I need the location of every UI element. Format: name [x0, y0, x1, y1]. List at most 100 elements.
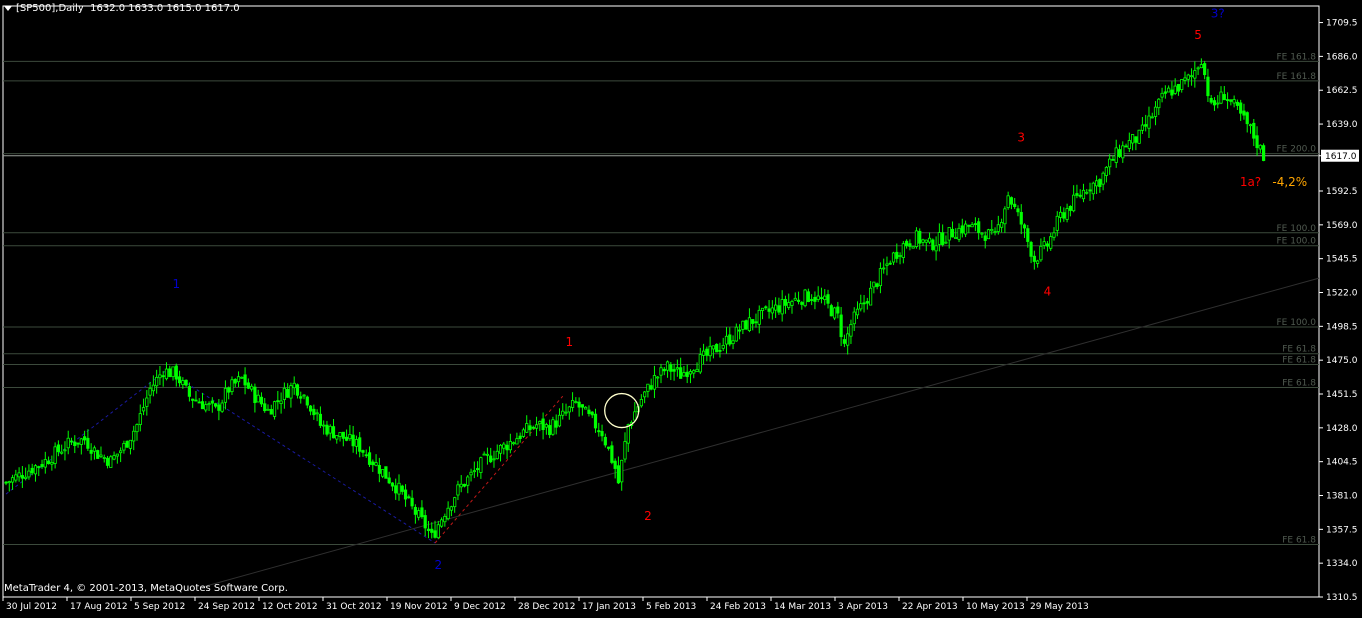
fib-label: FE 61.8	[1282, 379, 1316, 389]
candle-body	[312, 408, 316, 416]
candle-body	[1137, 129, 1141, 144]
candle-body	[135, 424, 139, 433]
candle-body	[128, 439, 133, 449]
y-tick-label: 1545.5	[1326, 255, 1358, 265]
candle-body	[839, 314, 843, 338]
candle-body	[541, 418, 545, 431]
candle-body	[302, 394, 306, 397]
candle-body	[796, 299, 801, 302]
candle-body	[888, 262, 892, 265]
candle-body	[1222, 94, 1226, 101]
candle-body	[99, 454, 103, 458]
x-tick-label: 5 Sep 2012	[134, 602, 185, 612]
candle-body	[168, 368, 172, 378]
candle-body	[400, 485, 404, 492]
candle-body	[570, 400, 575, 408]
candle-body	[358, 437, 362, 452]
candle-body	[734, 326, 738, 342]
y-tick-label: 1357.5	[1326, 525, 1358, 535]
candle-body	[377, 465, 381, 474]
candle-body	[1042, 241, 1046, 246]
candle-body	[574, 401, 578, 403]
candle-body	[1262, 145, 1266, 161]
candle-body	[105, 457, 110, 466]
candle-body	[53, 446, 57, 464]
candle-body	[515, 438, 519, 445]
candle-body	[973, 223, 978, 225]
x-tick-label: 3 Apr 2013	[838, 602, 888, 612]
candle-body	[112, 455, 116, 460]
candle-body	[1232, 99, 1236, 104]
candle-body	[1036, 260, 1040, 264]
candle-body	[1140, 124, 1145, 131]
candle-body	[17, 472, 21, 478]
chart-canvas[interactable]: FE 161.8 FE 161.8 FE 200.0 FE 100.0 FE 100.0…	[0, 0, 1362, 614]
candle-body	[577, 401, 581, 408]
candle-body	[836, 306, 840, 314]
candle-body	[957, 227, 961, 240]
price-chart[interactable]: FE 161.8 FE 161.8 FE 200.0 FE 100.0 FE 100.0…	[0, 0, 1362, 614]
candle-body	[846, 333, 850, 346]
y-tick-label: 1569.0	[1326, 221, 1358, 231]
candle-body	[626, 424, 630, 444]
candle-body	[800, 302, 804, 305]
x-tick-label: 24 Sep 2012	[198, 602, 255, 612]
candle-body	[24, 476, 28, 479]
candle-body	[102, 457, 106, 459]
candle-body	[1124, 145, 1128, 148]
candle-body	[705, 348, 709, 356]
candle-body	[1062, 212, 1066, 219]
candle-body	[413, 506, 417, 515]
candle-body	[832, 307, 837, 319]
candle-body	[996, 224, 1000, 232]
candle-body	[675, 367, 679, 370]
candle-body	[272, 401, 277, 417]
candle-body	[895, 251, 899, 259]
candle-body	[947, 227, 951, 241]
candle-body	[1101, 172, 1105, 185]
candle-body	[911, 246, 915, 249]
candle-body	[92, 447, 97, 452]
x-tick-label: 28 Dec 2012	[518, 602, 576, 612]
candle-body	[233, 379, 237, 384]
candle-body	[482, 453, 486, 456]
candle-body	[73, 441, 77, 447]
fib-label: FE 200.0	[1277, 145, 1317, 155]
candle-body	[967, 224, 971, 227]
candle-body	[462, 483, 467, 487]
candle-body	[1111, 158, 1115, 161]
candle-body	[148, 387, 152, 396]
candle-body	[1196, 67, 1200, 70]
copyright-text: MetaTrader 4, © 2001-2013, MetaQuotes So…	[4, 583, 288, 594]
y-tick-label: 1686.0	[1326, 52, 1358, 62]
candle-body	[695, 368, 699, 372]
candle-body	[875, 283, 879, 287]
ohlc-values: 1632.0 1633.0 1615.0 1617.0	[90, 3, 240, 14]
candle-body	[774, 304, 778, 311]
candle-body	[266, 408, 270, 411]
candle-body	[475, 468, 480, 471]
candle-body	[207, 403, 211, 406]
candle-body	[1258, 144, 1262, 150]
candle-body	[60, 451, 64, 454]
candle-body	[852, 311, 856, 325]
candle-body	[86, 437, 90, 449]
candle-body	[492, 458, 496, 461]
candle-body	[433, 530, 437, 538]
candle-body	[544, 424, 548, 428]
dropdown-triangle-icon[interactable]	[4, 5, 12, 11]
candle-body	[1167, 87, 1171, 93]
candle-body	[122, 443, 126, 451]
candle-body	[597, 430, 601, 433]
candle-body	[56, 444, 61, 453]
candle-body	[993, 231, 997, 233]
candle-body	[161, 375, 165, 378]
candle-body	[616, 465, 621, 484]
candle-body	[184, 379, 188, 386]
candle-body	[1225, 99, 1230, 101]
candle-body	[164, 368, 169, 380]
candle-body	[1026, 228, 1030, 242]
candle-body	[528, 425, 532, 431]
candle-body	[177, 376, 182, 384]
candle-body	[361, 450, 365, 453]
